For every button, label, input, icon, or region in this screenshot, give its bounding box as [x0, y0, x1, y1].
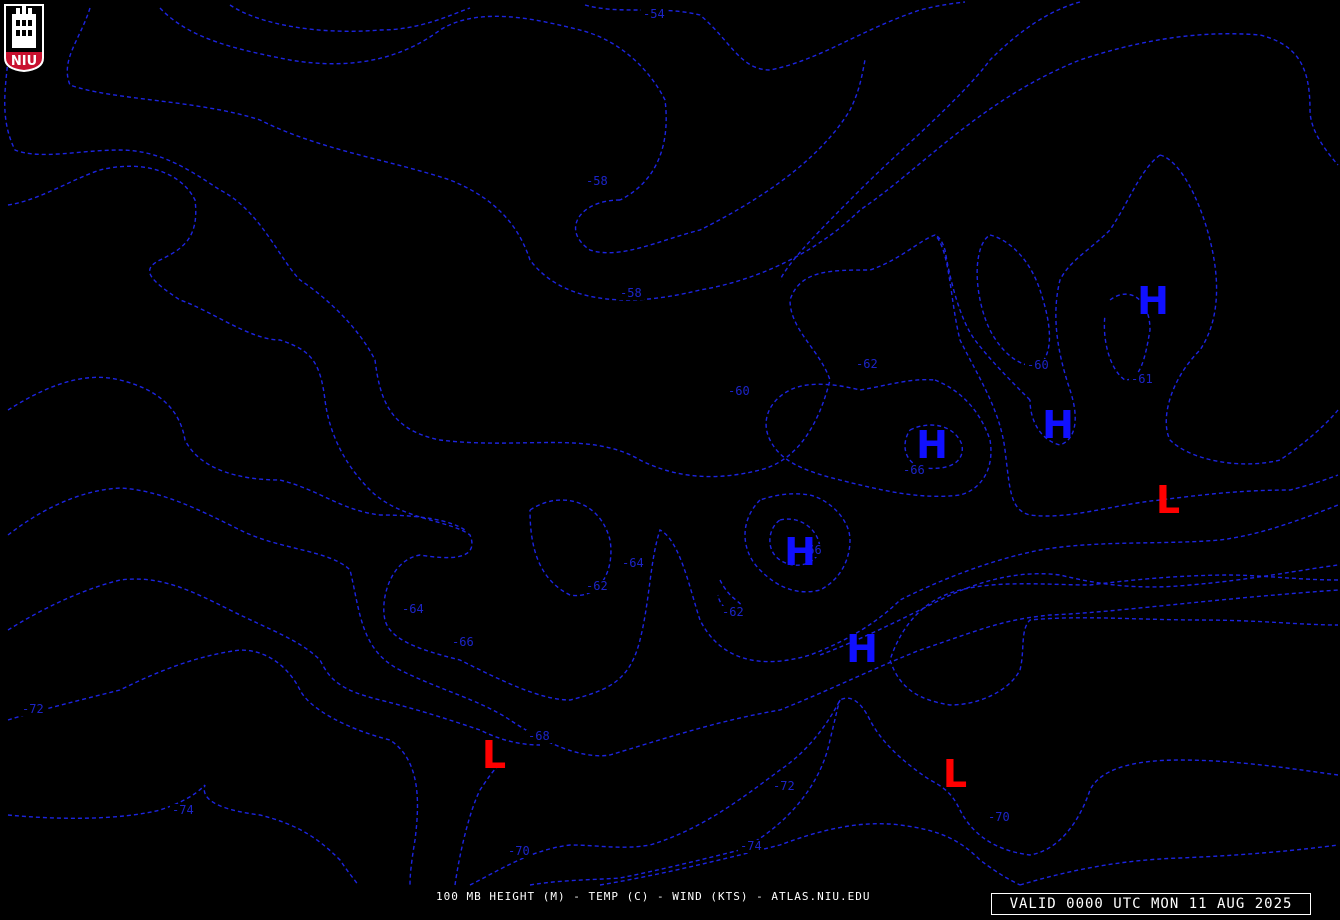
contour-line [159, 7, 667, 201]
contour-line [976, 234, 1051, 367]
contour-line [934, 234, 1031, 401]
contour-line [574, 59, 866, 254]
temperature-contours [4, 1, 1339, 886]
contour-label: -54 [643, 7, 665, 21]
contour-line [7, 487, 1339, 757]
low-pressure-marker: L [943, 752, 967, 796]
contour-label: -70 [508, 844, 530, 858]
valid-time-box: VALID 0000 UTC MON 11 AUG 2025 [991, 893, 1311, 915]
contour-label: -66 [452, 635, 474, 649]
contour-line [7, 578, 541, 746]
contour-label: -74 [740, 839, 762, 853]
contour-label: -62 [722, 605, 744, 619]
contour-line [7, 165, 1339, 701]
contour-label: -58 [586, 174, 608, 188]
contour-line [229, 4, 471, 32]
high-pressure-marker: H [1137, 279, 1169, 323]
contour-line [1159, 154, 1339, 465]
contour-label: -62 [856, 357, 878, 371]
weather-map: -54-58-58-60-62 -60-61-66-64-62-62-64-66-… [4, 1, 1339, 886]
niu-logo: NIU [2, 2, 46, 72]
map-caption: 100 MB HEIGHT (M) - TEMP (C) - WIND (KTS… [436, 890, 871, 903]
high-pressure-marker: H [1042, 403, 1074, 447]
high-pressure-marker: H [916, 423, 948, 467]
contour-label: -68 [528, 729, 550, 743]
high-pressure-marker: H [846, 627, 878, 671]
contour-line [7, 649, 419, 886]
contour-line [889, 574, 1339, 706]
contour-line [66, 7, 1339, 301]
high-pressure-marker: H [784, 530, 816, 574]
contour-line [7, 784, 359, 886]
contour-labels: -54-58-58-60-62 -60-61-66-64-62-62-64-66-… [20, 7, 1155, 858]
contour-label: -72 [773, 779, 795, 793]
contour-label: -58 [620, 286, 642, 300]
contour-line [7, 376, 466, 531]
logo-text: NIU [10, 54, 38, 69]
contour-label: -64 [402, 602, 424, 616]
pressure-centers: H H H H H L L L [482, 279, 1180, 796]
contour-line [765, 378, 992, 498]
contour-line [1019, 844, 1339, 886]
contour-line [599, 823, 1021, 886]
contour-line [454, 764, 501, 886]
contour-label: -72 [22, 702, 44, 716]
contour-label: -62 [586, 579, 608, 593]
contour-label: -60 [1027, 358, 1049, 372]
contour-label: -64 [622, 556, 644, 570]
contour-label: -61 [1131, 372, 1153, 386]
contour-label: -70 [988, 810, 1010, 824]
low-pressure-marker: L [1156, 478, 1180, 522]
low-pressure-marker: L [482, 733, 506, 777]
contour-label: -74 [172, 803, 194, 817]
contour-label: -60 [728, 384, 750, 398]
